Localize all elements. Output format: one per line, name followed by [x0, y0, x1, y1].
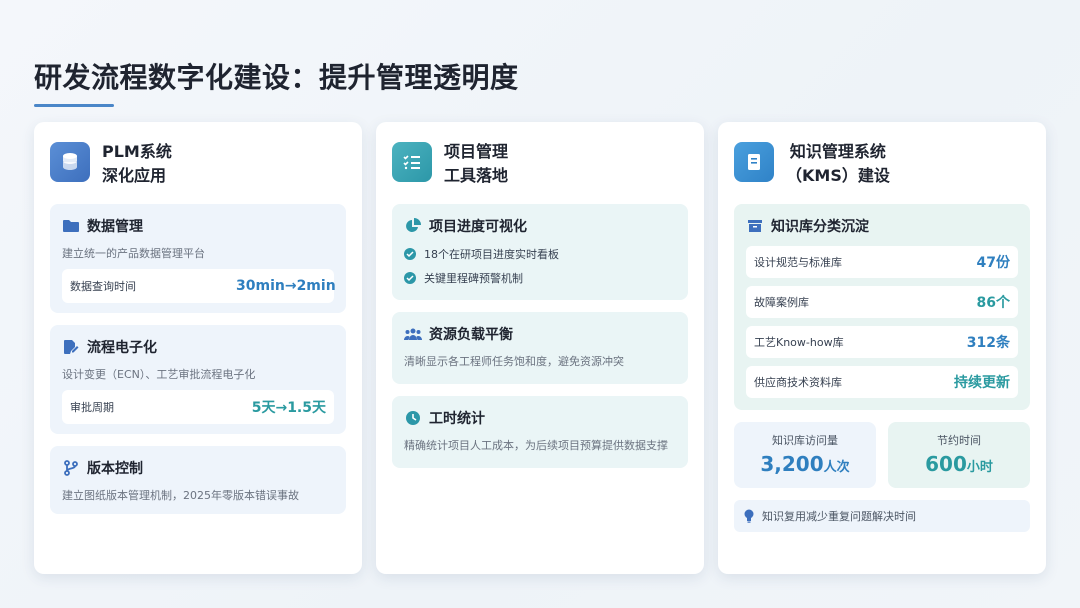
users-icon — [404, 325, 422, 343]
kb-value: 86个 — [976, 295, 1010, 311]
kb-row: 故障案例库 86个 — [746, 286, 1018, 318]
card-project-management: 项目管理 工具落地 项目进度可视化 18个在研项目进度实时看板 关键里程碑预警机… — [376, 122, 704, 574]
check-item-text: 18个在研项目进度实时看板 — [424, 248, 559, 261]
metric-row: 数据查询时间 30min→2min — [62, 269, 336, 303]
card-title-line1: PLM系统 — [102, 142, 172, 161]
clock-icon — [404, 409, 422, 427]
card-title: 项目管理 工具落地 — [444, 140, 508, 188]
metric-label: 审批周期 — [70, 401, 114, 414]
section-title-text: 项目进度可视化 — [429, 219, 527, 235]
section-resource-balance: 资源负载平衡 清晰显示各工程师任务饱和度，避免资源冲突 — [392, 312, 688, 384]
section-desc: 清晰显示各工程师任务饱和度，避免资源冲突 — [404, 355, 624, 368]
kb-row: 供应商技术资料库 持续更新 — [746, 366, 1018, 398]
card-plm: PLM系统 深化应用 数据管理 建立统一的产品数据管理平台 数据查询时间 30m… — [34, 122, 362, 574]
checklist-icon — [392, 142, 432, 182]
card-header: 项目管理 工具落地 — [392, 140, 688, 190]
stat-label: 知识库访问量 — [772, 434, 838, 447]
database-icon — [50, 142, 90, 182]
title-underline — [34, 104, 114, 107]
section-title: 资源负载平衡 — [404, 322, 676, 346]
archive-icon — [746, 217, 764, 235]
section-title: 工时统计 — [404, 406, 676, 430]
edit-document-icon — [62, 338, 80, 356]
section-title-text: 资源负载平衡 — [429, 327, 513, 343]
branch-icon — [62, 459, 80, 477]
lightbulb-icon — [744, 509, 754, 523]
section-title: 知识库分类沉淀 — [746, 214, 1018, 238]
section-desc: 精确统计项目人工成本，为后续项目预算提供数据支撑 — [404, 439, 668, 452]
stat-number: 3,200 — [760, 452, 824, 476]
stat-time-saved: 节约时间 600小时 — [888, 422, 1030, 488]
stat-unit: 人次 — [823, 460, 850, 475]
kb-label: 设计规范与标准库 — [754, 256, 842, 269]
card-title: PLM系统 深化应用 — [102, 140, 172, 188]
section-title-text: 流程电子化 — [87, 340, 157, 356]
metric-row: 审批周期 5天→1.5天 — [62, 390, 334, 424]
section-title: 数据管理 — [62, 214, 334, 238]
stat-visits: 知识库访问量 3,200人次 — [734, 422, 876, 488]
card-kms: 知识管理系统 （KMS）建设 知识库分类沉淀 设计规范与标准库 47份 故障案例… — [718, 122, 1046, 574]
tip-banner: 知识复用减少重复问题解决时间 — [734, 500, 1030, 532]
book-icon — [734, 142, 774, 182]
metric-label: 数据查询时间 — [70, 280, 136, 293]
kb-label: 工艺Know-how库 — [754, 336, 844, 349]
section-title-text: 版本控制 — [87, 461, 143, 477]
tip-text: 知识复用减少重复问题解决时间 — [762, 510, 916, 523]
metric-value: 5天→1.5天 — [251, 400, 326, 416]
section-title: 流程电子化 — [62, 335, 334, 359]
section-title-text: 数据管理 — [87, 219, 143, 235]
section-version-control: 版本控制 建立图纸版本管理机制，2025年零版本错误事故 — [50, 446, 346, 514]
stat-value: 600小时 — [888, 452, 1030, 476]
folder-icon — [62, 217, 80, 235]
section-workflow: 流程电子化 设计变更（ECN）、工艺审批流程电子化 审批周期 5天→1.5天 — [50, 325, 346, 434]
section-title-text: 知识库分类沉淀 — [771, 219, 869, 235]
card-title-line1: 项目管理 — [444, 142, 509, 161]
section-title: 项目进度可视化 — [404, 214, 676, 238]
card-header: 知识管理系统 （KMS）建设 — [734, 140, 1030, 190]
section-desc: 设计变更（ECN）、工艺审批流程电子化 — [62, 368, 256, 381]
section-desc: 建立统一的产品数据管理平台 — [62, 247, 205, 260]
check-item-text: 关键里程碑预警机制 — [424, 272, 523, 285]
kb-row: 工艺Know-how库 312条 — [746, 326, 1018, 358]
stat-number: 600 — [925, 452, 967, 476]
kb-label: 供应商技术资料库 — [754, 376, 842, 389]
section-title: 版本控制 — [62, 456, 334, 480]
kb-label: 故障案例库 — [754, 296, 809, 309]
section-title-text: 工时统计 — [429, 411, 485, 427]
check-item: 18个在研项目进度实时看板 — [404, 246, 676, 262]
check-circle-icon — [404, 272, 416, 284]
check-circle-icon — [404, 248, 416, 260]
page-title: 研发流程数字化建设：提升管理透明度 — [34, 61, 519, 94]
pie-chart-icon — [404, 217, 422, 235]
kb-value: 312条 — [966, 335, 1010, 351]
section-timesheet: 工时统计 精确统计项目人工成本，为后续项目预算提供数据支撑 — [392, 396, 688, 468]
card-title-line2: 工具落地 — [444, 166, 509, 185]
card-title-line1: 知识管理系统 — [789, 142, 886, 161]
kb-value: 47份 — [976, 255, 1010, 271]
stat-label: 节约时间 — [937, 434, 981, 447]
stats-row: 知识库访问量 3,200人次 节约时间 600小时 — [734, 422, 1030, 488]
check-item: 关键里程碑预警机制 — [404, 270, 676, 286]
card-title: 知识管理系统 （KMS）建设 — [786, 140, 890, 188]
kb-row: 设计规范与标准库 47份 — [746, 246, 1018, 278]
stat-value: 3,200人次 — [734, 452, 876, 476]
section-desc: 建立图纸版本管理机制，2025年零版本错误事故 — [62, 489, 299, 502]
metric-value: 30min→2min — [236, 278, 336, 294]
card-header: PLM系统 深化应用 — [50, 140, 346, 190]
card-title-line2: 深化应用 — [102, 166, 167, 185]
section-data-management: 数据管理 建立统一的产品数据管理平台 数据查询时间 30min→2min — [50, 204, 346, 313]
card-title-line2: （KMS）建设 — [786, 166, 890, 185]
stat-unit: 小时 — [966, 460, 993, 475]
section-knowledge-base: 知识库分类沉淀 设计规范与标准库 47份 故障案例库 86个 工艺Know-ho… — [734, 204, 1030, 410]
kb-value: 持续更新 — [954, 375, 1010, 391]
section-progress: 项目进度可视化 18个在研项目进度实时看板 关键里程碑预警机制 — [392, 204, 688, 300]
